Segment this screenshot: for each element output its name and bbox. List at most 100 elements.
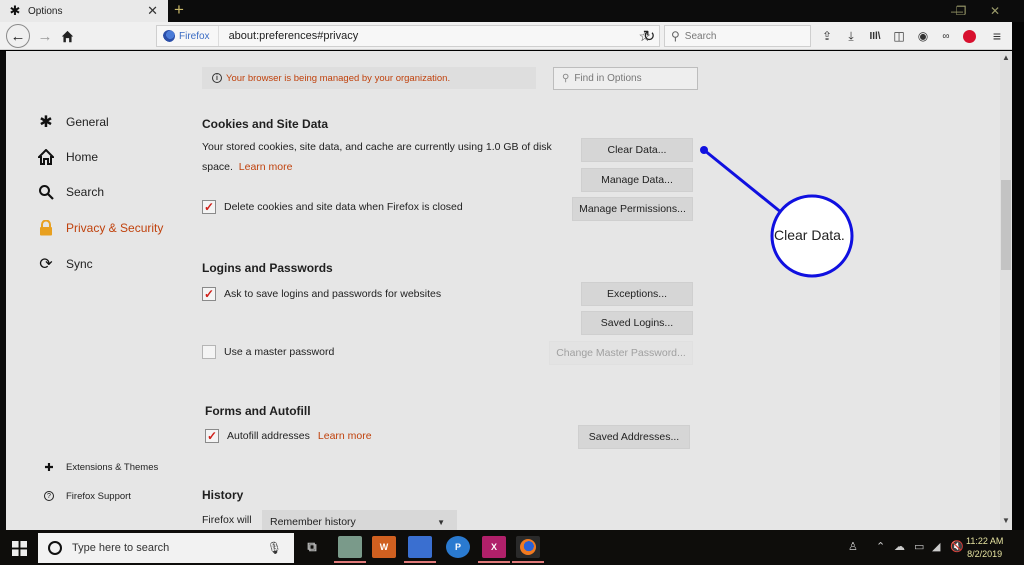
clock-date: 8/2/2019	[967, 549, 1003, 559]
screen-edge	[1012, 22, 1024, 530]
saved-addresses-button[interactable]: Saved Addresses...	[578, 425, 690, 449]
taskbar-app-firefox[interactable]	[512, 536, 544, 563]
taskbar-app-excel[interactable]: X	[478, 536, 510, 563]
wifi-icon[interactable]: ◢	[932, 540, 940, 553]
home-icon	[36, 148, 56, 166]
sidebar-item-support[interactable]: ? Firefox Support	[42, 487, 131, 505]
ask-to-save-logins-checkbox[interactable]: ✓ Ask to save logins and passwords for w…	[202, 287, 441, 301]
taskbar-app-paint[interactable]	[334, 536, 366, 563]
search-bar[interactable]: ⚲ Search	[664, 25, 811, 47]
sidebar-item-label: Sync	[66, 257, 93, 271]
library-icon[interactable]: IIl\	[866, 27, 884, 45]
onedrive-icon[interactable]: ☁	[894, 540, 905, 553]
navigation-bar: ← → Firefox about:preferences#privacy ☆ …	[0, 22, 1012, 50]
cortana-icon	[48, 541, 62, 555]
clock-time: 11:22 AM	[966, 536, 1004, 546]
cookies-heading: Cookies and Site Data	[202, 117, 329, 131]
people-icon[interactable]: ♙	[848, 540, 858, 553]
forward-button[interactable]: →	[34, 26, 56, 46]
mask-icon[interactable]: ∞	[937, 27, 955, 45]
checkbox-label: Ask to save logins and passwords for web…	[224, 288, 442, 300]
history-heading: History	[202, 488, 244, 502]
sidebar-item-label: Firefox Support	[66, 490, 131, 502]
identity-box[interactable]: Firefox	[157, 26, 219, 46]
close-window-button[interactable]: ✕	[980, 0, 1010, 22]
search-icon: ⚲	[562, 73, 570, 84]
sidebar-item-label: Privacy & Security	[66, 221, 164, 235]
taskbar-app-files[interactable]	[404, 536, 436, 563]
info-icon: i	[212, 73, 222, 83]
gear-icon: ✱	[39, 114, 53, 131]
sync-icon: ⟳	[39, 256, 53, 273]
taskbar-app-publisher[interactable]: P	[446, 536, 470, 558]
scroll-down-icon[interactable]: ▼	[1000, 516, 1012, 528]
task-view-icon[interactable]: ⧉	[300, 536, 324, 558]
scrollbar-thumb[interactable]	[1001, 180, 1011, 270]
logins-heading: Logins and Passwords	[202, 261, 333, 275]
autofill-learn-more-link[interactable]: Learn more	[318, 430, 372, 442]
sidebar-item-privacy-security[interactable]: Privacy & Security	[36, 219, 163, 237]
home-icon	[61, 30, 73, 42]
checkmark-icon[interactable]: ✓	[202, 200, 216, 214]
tray-chevron-icon[interactable]: ⌃	[876, 540, 885, 553]
annotation-anchor-dot	[700, 146, 708, 154]
extension-icon[interactable]: ◉	[914, 27, 932, 45]
change-master-password-button[interactable]: Change Master Password...	[549, 341, 693, 365]
taskbar-search-input[interactable]: Type here to search 🎙	[38, 533, 294, 563]
tab-bar: ✱ Options ✕ + — ❐ ✕	[0, 0, 1024, 22]
tab-title: Options	[28, 5, 63, 17]
history-mode-select[interactable]: Remember history ▼	[262, 510, 457, 530]
annotation-leader-line	[703, 148, 783, 215]
clear-data-button[interactable]: Clear Data...	[581, 138, 693, 162]
sidebar-item-sync[interactable]: ⟳ Sync	[36, 255, 93, 273]
restore-button[interactable]: ❐	[946, 0, 976, 22]
taskbar: Type here to search 🎙 ⧉ W P X ♙ ⌃ ☁ ▭ ◢ …	[0, 530, 1024, 565]
sidebar-item-home[interactable]: Home	[36, 148, 98, 166]
network-card-icon[interactable]: ▭	[914, 540, 924, 553]
saved-logins-button[interactable]: Saved Logins...	[581, 311, 693, 335]
microphone-icon[interactable]: 🎙	[267, 541, 282, 555]
profile-icon[interactable]	[960, 27, 978, 45]
url-bar[interactable]: Firefox about:preferences#privacy ☆	[156, 25, 660, 47]
search-placeholder: Search	[684, 30, 717, 42]
scroll-up-icon[interactable]: ▲	[1000, 53, 1012, 65]
taskbar-app-word[interactable]: W	[372, 536, 396, 558]
taskbar-clock[interactable]: 11:22 AM 8/2/2019	[966, 535, 1003, 561]
checkbox-label: Use a master password	[224, 346, 335, 358]
firefox-logo-icon	[163, 30, 175, 42]
exceptions-button[interactable]: Exceptions...	[581, 282, 693, 306]
tab-options[interactable]: ✱ Options ✕	[0, 0, 168, 22]
home-button[interactable]	[56, 26, 78, 46]
volume-muted-icon[interactable]: 🔇	[950, 540, 964, 553]
download-icon[interactable]: ⤓	[842, 27, 860, 45]
history-selected-option: Remember history	[270, 516, 356, 528]
checkbox-box[interactable]	[202, 345, 216, 359]
upload-icon[interactable]: ⇪	[818, 27, 836, 45]
menu-icon[interactable]: ≡	[988, 27, 1006, 45]
close-tab-icon[interactable]: ✕	[147, 3, 158, 19]
cookies-learn-more-link[interactable]: Learn more	[239, 161, 293, 173]
master-password-checkbox[interactable]: Use a master password	[202, 345, 334, 359]
manage-data-button[interactable]: Manage Data...	[581, 168, 693, 192]
chevron-down-icon: ▼	[437, 517, 445, 527]
autofill-addresses-checkbox[interactable]: ✓ Autofill addresses Learn more	[205, 429, 372, 443]
arrow-left-icon: ←	[10, 27, 26, 45]
sidebar-item-extensions[interactable]: ✚ Extensions & Themes	[42, 458, 158, 476]
find-in-options-input[interactable]: ⚲ Find in Options	[553, 67, 698, 90]
new-tab-button[interactable]: +	[174, 0, 184, 20]
checkmark-icon[interactable]: ✓	[202, 287, 216, 301]
sidebar-item-search[interactable]: Search	[36, 183, 104, 201]
policy-message: Your browser is being managed by your or…	[226, 72, 451, 84]
sidebar-toggle-icon[interactable]: ◫	[890, 27, 908, 45]
cookies-description-line2: space.	[202, 161, 233, 173]
sidebar-item-general[interactable]: ✱ General	[36, 113, 108, 131]
delete-cookies-on-close-checkbox[interactable]: ✓ Delete cookies and site data when Fire…	[202, 200, 463, 214]
windows-start-icon[interactable]	[10, 539, 28, 557]
vertical-scrollbar[interactable]: ▲ ▼	[1000, 51, 1012, 530]
back-button[interactable]: ←	[6, 24, 30, 48]
policy-notice[interactable]: i Your browser is being managed by your …	[202, 67, 536, 89]
checkmark-icon[interactable]: ✓	[205, 429, 219, 443]
url-text[interactable]: about:preferences#privacy	[229, 30, 359, 42]
reload-button[interactable]: ↻	[638, 26, 660, 46]
manage-permissions-button[interactable]: Manage Permissions...	[572, 197, 693, 221]
